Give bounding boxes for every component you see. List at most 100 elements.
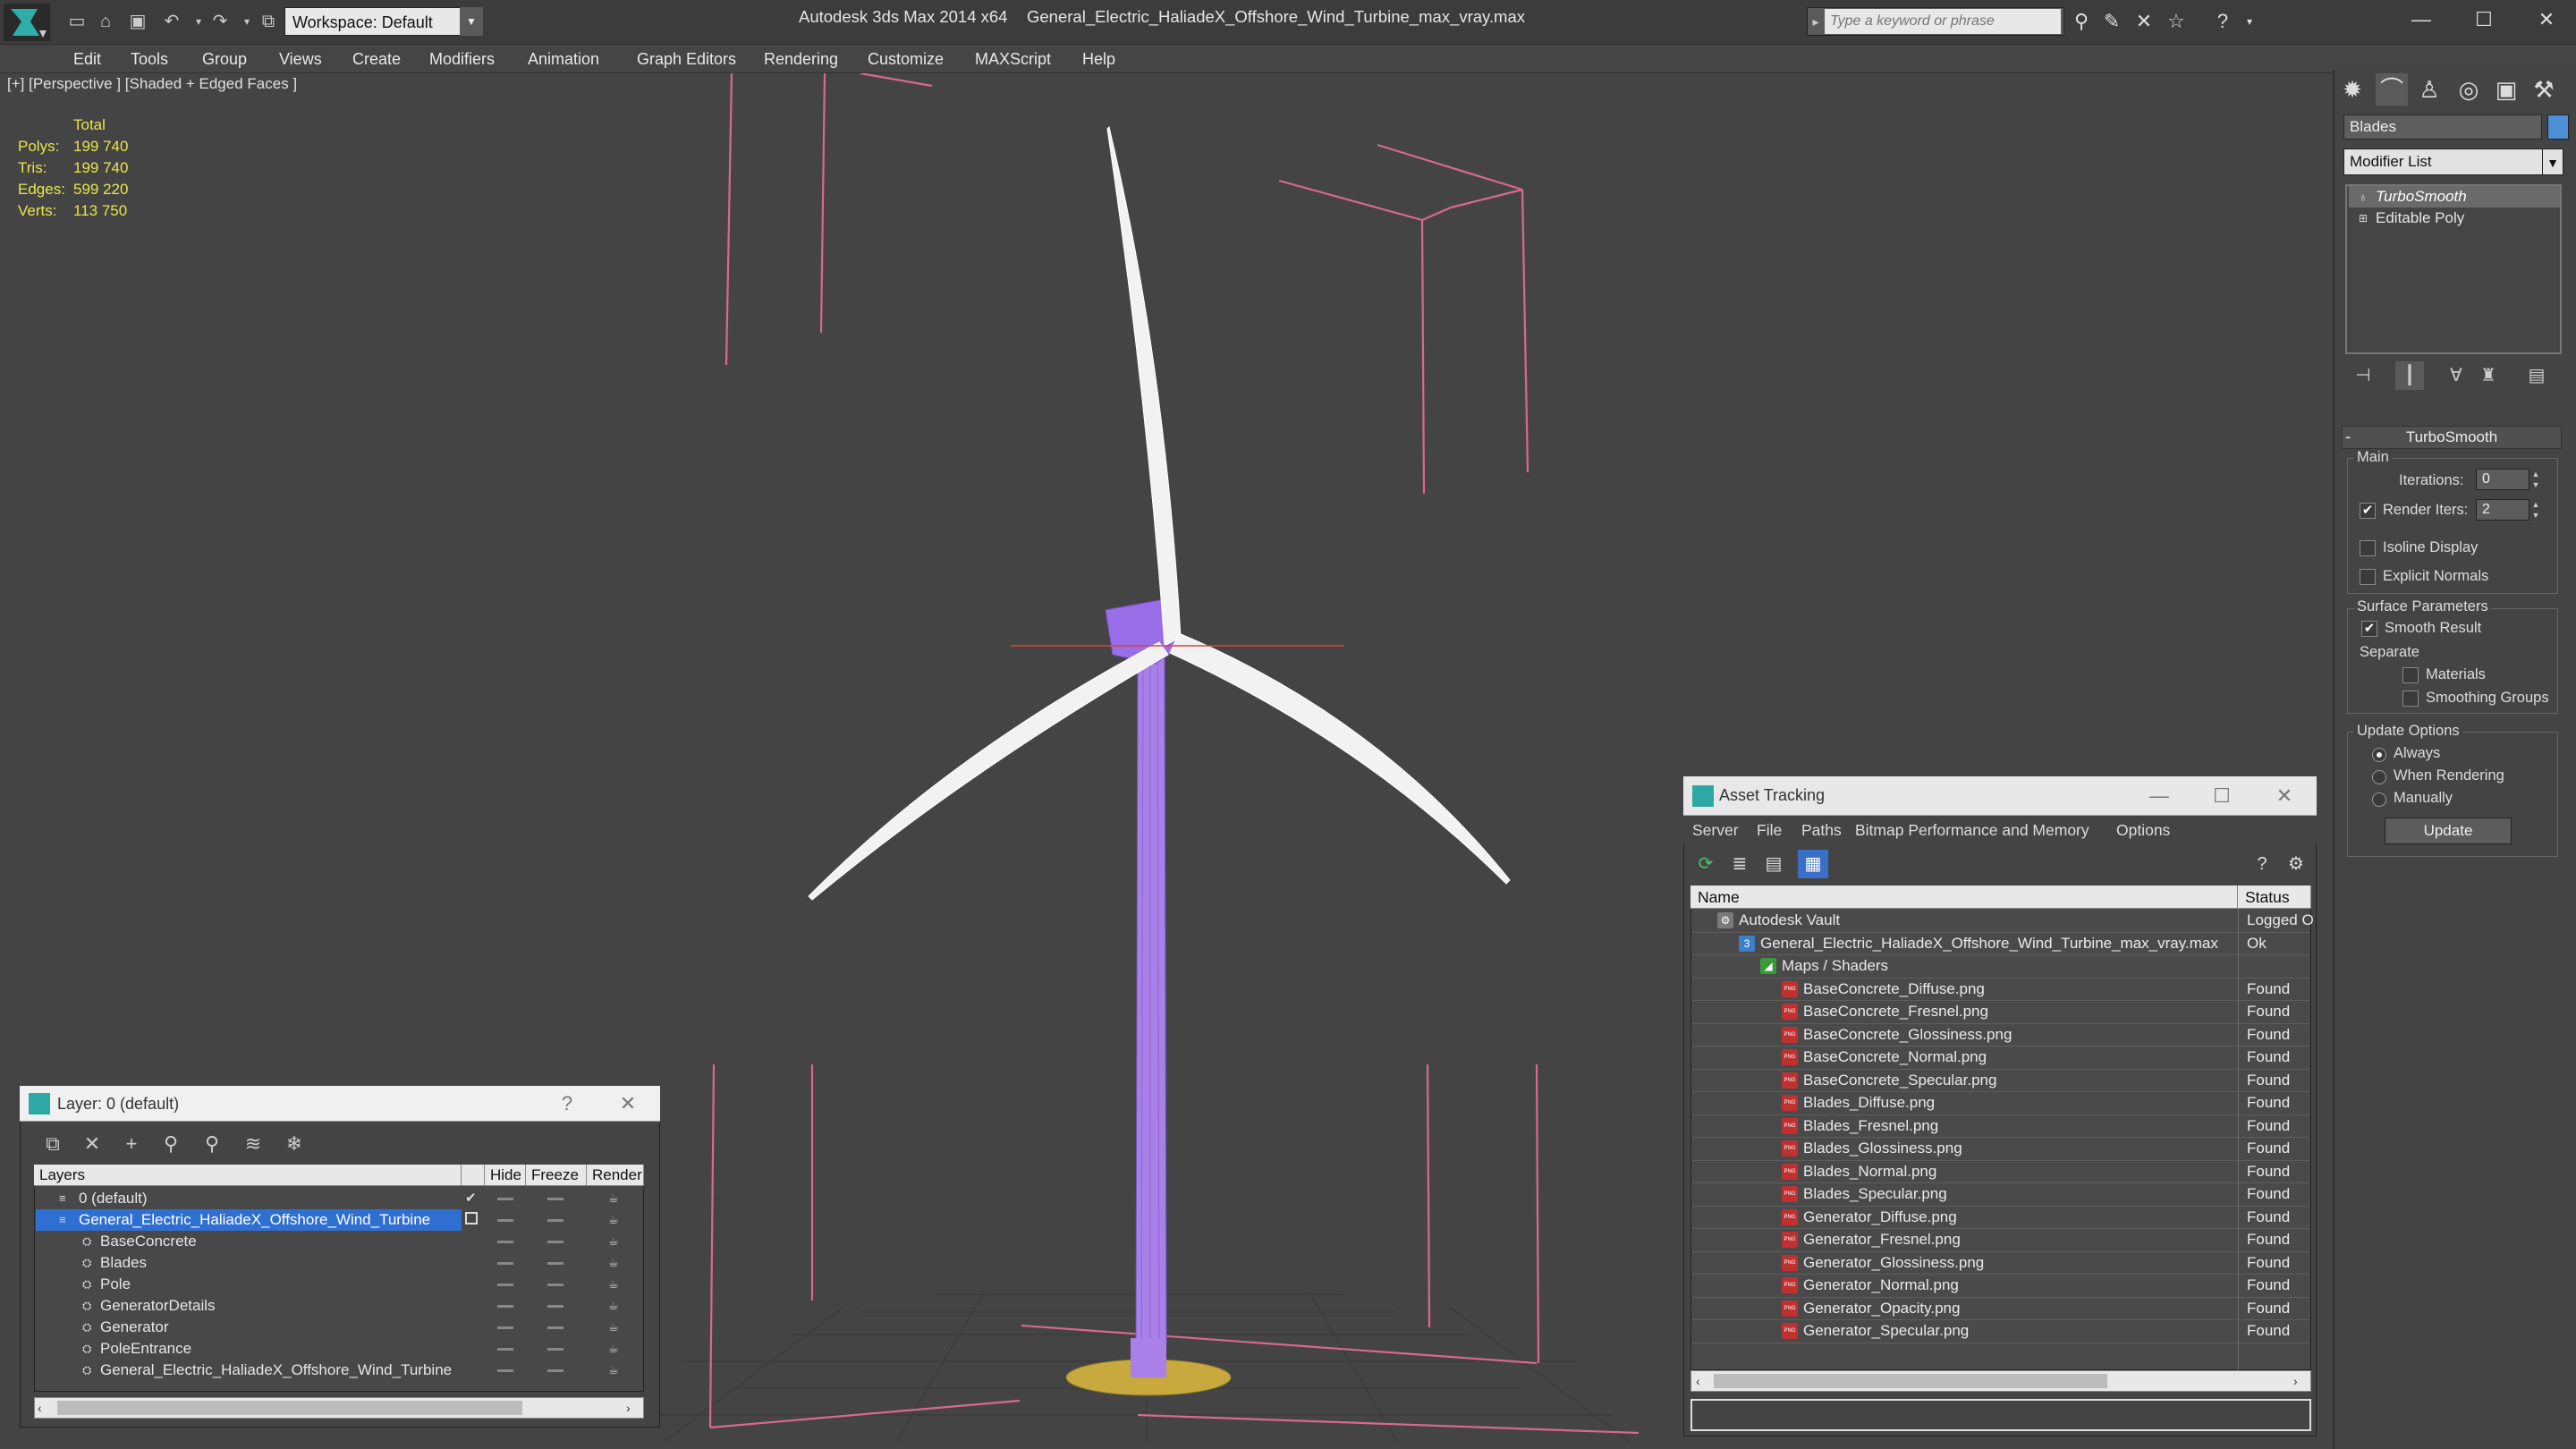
menu-maxscript[interactable]: MAXScript bbox=[975, 50, 1051, 69]
menu-animation[interactable]: Animation bbox=[528, 50, 599, 69]
asset-maximize-icon[interactable]: ☐ bbox=[2195, 782, 2249, 810]
render-teapot-icon[interactable]: ☕ bbox=[608, 1214, 624, 1226]
scroll-left-icon[interactable]: ‹ bbox=[38, 1399, 52, 1417]
render-teapot-icon[interactable]: ☕ bbox=[608, 1192, 624, 1205]
menu-customize[interactable]: Customize bbox=[868, 50, 944, 69]
motion-tab-icon[interactable]: ◎ bbox=[2453, 73, 2485, 106]
render-teapot-icon[interactable]: ☕ bbox=[608, 1364, 624, 1377]
asset-close-icon[interactable]: ✕ bbox=[2258, 782, 2311, 810]
asset-help-icon[interactable]: ? bbox=[2247, 850, 2277, 878]
favorites-star-icon[interactable]: ☆ bbox=[2163, 9, 2190, 34]
freeze-column-header[interactable]: Freeze bbox=[526, 1165, 587, 1186]
close-icon[interactable]: ✕ bbox=[2515, 2, 2576, 38]
freeze-toggle[interactable] bbox=[547, 1326, 564, 1329]
current-cell[interactable] bbox=[465, 1341, 481, 1357]
current-column-header[interactable] bbox=[462, 1165, 485, 1186]
help-icon[interactable]: ? bbox=[2209, 9, 2236, 34]
when-rendering-radio[interactable] bbox=[2372, 770, 2386, 784]
scroll-left-icon[interactable]: ‹ bbox=[1696, 1372, 1710, 1390]
hide-toggle[interactable] bbox=[497, 1348, 513, 1351]
utilities-tab-icon[interactable]: ⚒ bbox=[2528, 73, 2560, 106]
smooth-result-checkbox[interactable]: ✔ bbox=[2361, 621, 2377, 637]
layer-scroll-thumb[interactable] bbox=[57, 1401, 522, 1415]
asset-scroll-thumb[interactable] bbox=[1714, 1374, 2107, 1388]
render-teapot-icon[interactable]: ☕ bbox=[608, 1343, 624, 1355]
current-layer-check-icon[interactable]: ✔ bbox=[465, 1191, 481, 1207]
update-button[interactable]: Update bbox=[2385, 818, 2512, 844]
scroll-right-icon[interactable]: › bbox=[626, 1399, 640, 1417]
smoothing-groups-checkbox[interactable] bbox=[2402, 691, 2419, 707]
lightbulb-icon[interactable]: ♁ bbox=[2356, 190, 2370, 204]
asset-menu-file[interactable]: File bbox=[1757, 821, 1782, 840]
save-file-icon[interactable]: ▣ bbox=[125, 9, 150, 34]
asset-settings-icon[interactable]: ⚙ bbox=[2281, 850, 2311, 878]
asset-minimize-icon[interactable]: — bbox=[2132, 782, 2186, 810]
render-teapot-icon[interactable]: ☕ bbox=[608, 1235, 624, 1248]
rollout-turbosmooth[interactable]: TurboSmooth bbox=[2342, 426, 2562, 449]
create-tab-icon[interactable]: ✹ bbox=[2336, 73, 2368, 106]
list-view-icon[interactable]: ≣ bbox=[1724, 850, 1755, 878]
layers-column-header[interactable]: Layers bbox=[34, 1165, 462, 1186]
search-expand-icon[interactable]: ▸ bbox=[1807, 7, 1825, 36]
render-teapot-icon[interactable]: ☕ bbox=[608, 1300, 624, 1312]
binoculars-icon[interactable]: ⚲ bbox=[2068, 9, 2095, 34]
hide-toggle[interactable] bbox=[497, 1241, 513, 1243]
minimize-icon[interactable]: — bbox=[2390, 2, 2453, 38]
open-file-icon[interactable]: ⌂ bbox=[93, 9, 118, 34]
menu-tools[interactable]: Tools bbox=[131, 50, 168, 69]
workspace-dropdown-icon[interactable]: ▼ bbox=[460, 7, 483, 36]
object-color-swatch[interactable] bbox=[2547, 114, 2569, 140]
manually-radio[interactable] bbox=[2372, 792, 2386, 807]
asset-menu-paths[interactable]: Paths bbox=[1801, 821, 1842, 840]
stack-item-editable-poly[interactable]: Editable Poly bbox=[2349, 208, 2560, 229]
new-file-icon[interactable]: ▭ bbox=[64, 9, 89, 34]
viewport-label[interactable]: [+] [Perspective ] [Shaded + Edged Faces… bbox=[7, 75, 297, 93]
menu-modifiers[interactable]: Modifiers bbox=[429, 50, 495, 69]
hide-toggle[interactable] bbox=[497, 1262, 513, 1265]
add-to-layer-icon[interactable]: + bbox=[116, 1129, 147, 1159]
refresh-icon[interactable]: ⟳ bbox=[1690, 850, 1721, 878]
render-teapot-icon[interactable]: ☕ bbox=[608, 1278, 624, 1291]
explicit-normals-checkbox[interactable] bbox=[2360, 569, 2376, 585]
hide-toggle[interactable] bbox=[497, 1369, 513, 1372]
render-iters-checkbox[interactable]: ✔ bbox=[2360, 503, 2376, 519]
freeze-all-icon[interactable]: ❄ bbox=[279, 1129, 309, 1159]
tree-view-icon[interactable]: ▤ bbox=[1758, 850, 1789, 878]
menu-create[interactable]: Create bbox=[352, 50, 401, 69]
redo-icon[interactable]: ↷ bbox=[208, 9, 233, 34]
asset-status-header[interactable]: Status bbox=[2238, 886, 2311, 909]
make-unique-icon[interactable]: ∀ bbox=[2442, 361, 2470, 390]
hide-toggle[interactable] bbox=[497, 1284, 513, 1286]
spinner-arrows-icon[interactable]: ▲ ▼ bbox=[2529, 499, 2542, 521]
spinner-arrows-icon[interactable]: ▲ ▼ bbox=[2529, 469, 2542, 490]
modifier-list-dropdown[interactable]: Modifier List bbox=[2343, 148, 2563, 175]
asset-name-header[interactable]: Name bbox=[1690, 886, 2238, 909]
render-iters-spinner[interactable]: 2 bbox=[2476, 499, 2529, 521]
current-cell[interactable] bbox=[465, 1362, 481, 1378]
current-cell[interactable] bbox=[465, 1233, 481, 1250]
isoline-display-checkbox[interactable] bbox=[2360, 540, 2376, 556]
display-tab-icon[interactable]: ▣ bbox=[2490, 73, 2522, 106]
materials-checkbox[interactable] bbox=[2402, 667, 2419, 683]
project-folder-icon[interactable]: ⧉ bbox=[256, 9, 281, 34]
hide-toggle[interactable] bbox=[497, 1198, 513, 1200]
freeze-toggle[interactable] bbox=[547, 1198, 564, 1200]
configure-sets-icon[interactable]: ▤ bbox=[2522, 361, 2551, 390]
menu-rendering[interactable]: Rendering bbox=[764, 50, 838, 69]
maximize-icon[interactable]: ☐ bbox=[2453, 2, 2515, 38]
asset-menu-server[interactable]: Server bbox=[1692, 821, 1739, 840]
set-current-box[interactable] bbox=[465, 1212, 478, 1224]
hide-all-icon[interactable]: ≋ bbox=[238, 1129, 268, 1159]
modify-tab-icon[interactable]: ⌒ bbox=[2376, 73, 2408, 106]
pin-stack-icon[interactable]: ⊣ bbox=[2349, 361, 2377, 390]
freeze-toggle[interactable] bbox=[547, 1241, 564, 1243]
app-logo-icon[interactable] bbox=[4, 4, 50, 41]
current-cell[interactable] bbox=[465, 1319, 481, 1335]
create-layer-icon[interactable]: ⧉ bbox=[38, 1129, 68, 1159]
scroll-right-icon[interactable]: › bbox=[2293, 1372, 2308, 1390]
render-teapot-icon[interactable]: ☕ bbox=[608, 1321, 624, 1334]
menu-graph-editors[interactable]: Graph Editors bbox=[637, 50, 736, 69]
freeze-toggle[interactable] bbox=[547, 1369, 564, 1372]
help-dropdown-icon[interactable]: ▾ bbox=[2236, 9, 2263, 34]
menu-edit[interactable]: Edit bbox=[73, 50, 101, 69]
